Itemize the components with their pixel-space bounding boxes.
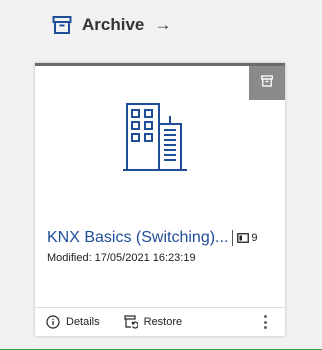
card-actions: Details Restore	[35, 307, 285, 336]
restore-button[interactable]: Restore	[124, 315, 183, 329]
archive-icon	[261, 74, 273, 92]
more-vertical-icon[interactable]	[261, 315, 269, 329]
modified-label: Modified:	[47, 252, 92, 264]
restore-label: Restore	[143, 316, 183, 328]
device-count: 9	[237, 232, 258, 244]
device-count-value: 9	[251, 232, 258, 244]
archived-badge	[249, 66, 285, 100]
title-divider	[232, 230, 234, 246]
modified-date: Modified: 17/05/2021 16:23:19	[47, 252, 196, 264]
devices-icon	[237, 233, 250, 243]
archive-title: Archive	[82, 15, 145, 34]
archive-page: Archive → KNX Basics (Switching)... 9 Mo…	[0, 0, 322, 350]
building-icon	[123, 102, 195, 172]
archive-box-icon	[52, 15, 72, 35]
info-icon	[46, 315, 60, 329]
project-title-row: KNX Basics (Switching)... 9	[47, 229, 279, 247]
details-label: Details	[66, 316, 100, 328]
project-card[interactable]: KNX Basics (Switching)... 9 Modified: 17/…	[35, 63, 285, 336]
details-button[interactable]: Details	[46, 315, 100, 329]
modified-value: 17/05/2021 16:23:19	[94, 252, 196, 264]
restore-icon	[124, 315, 138, 329]
archive-header-link[interactable]: Archive →	[52, 12, 171, 38]
arrow-right-icon: →	[154, 15, 172, 34]
project-title[interactable]: KNX Basics (Switching)...	[47, 229, 228, 247]
